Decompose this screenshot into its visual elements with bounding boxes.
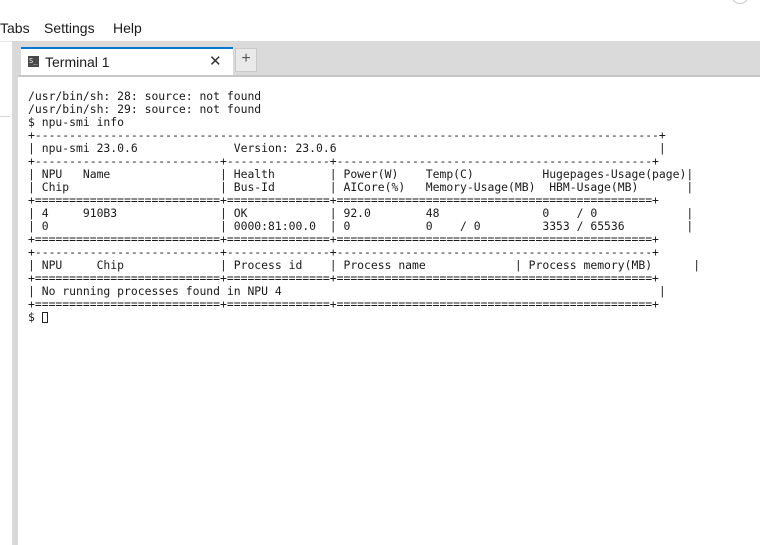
new-tab-button[interactable]: + bbox=[235, 48, 257, 72]
output-line: +===========================+===========… bbox=[28, 271, 659, 285]
text-cursor bbox=[41, 312, 48, 323]
output-line: | 4 910B3 | OK | 92.0 48 0 / 0 | bbox=[28, 206, 694, 220]
menu-item-tabs[interactable]: Tabs bbox=[0, 20, 30, 36]
terminal-icon: S_ bbox=[28, 56, 39, 67]
output-line: +===========================+===========… bbox=[28, 297, 659, 311]
output-line: /usr/bin/sh: 28: source: not found bbox=[28, 89, 262, 103]
menu-bar: Tabs Settings Help bbox=[0, 0, 760, 42]
prompt: $ bbox=[28, 310, 42, 324]
output-line: | No running processes found in NPU 4 | bbox=[28, 284, 666, 298]
menu-item-settings[interactable]: Settings bbox=[44, 20, 95, 36]
terminal-area[interactable]: /usr/bin/sh: 28: source: not found /usr/… bbox=[18, 77, 760, 545]
output-line: | npu-smi 23.0.6 Version: 23.0.6 | bbox=[28, 141, 666, 155]
output-line: | 0 | 0000:81:00.0 | 0 0 / 0 3353 / 6553… bbox=[28, 219, 694, 233]
output-line: | NPU Chip | Process id | Process name |… bbox=[28, 258, 701, 272]
output-line: | NPU Name | Health | Power(W) Temp(C) H… bbox=[28, 167, 694, 181]
tab-terminal-1[interactable]: S_ Terminal 1 ✕ bbox=[21, 47, 233, 76]
close-icon[interactable]: ✕ bbox=[209, 52, 222, 70]
output-line: +===========================+===========… bbox=[28, 232, 659, 246]
tab-label: Terminal 1 bbox=[45, 54, 110, 70]
menu-item-help[interactable]: Help bbox=[113, 20, 142, 36]
window-control-icon[interactable] bbox=[731, 0, 749, 4]
output-line: +---------------------------+-----------… bbox=[28, 245, 659, 259]
output-line: +---------------------------+-----------… bbox=[28, 154, 659, 168]
output-line: +===========================+===========… bbox=[28, 193, 659, 207]
divider bbox=[0, 116, 10, 117]
output-line: | Chip | Bus-Id | AICore(%) Memory-Usage… bbox=[28, 180, 694, 194]
terminal-output[interactable]: /usr/bin/sh: 28: source: not found /usr/… bbox=[28, 90, 700, 324]
output-line: $ npu-smi info bbox=[28, 115, 125, 129]
output-line: +---------------------------------------… bbox=[28, 128, 666, 142]
output-line: /usr/bin/sh: 29: source: not found bbox=[28, 102, 262, 116]
